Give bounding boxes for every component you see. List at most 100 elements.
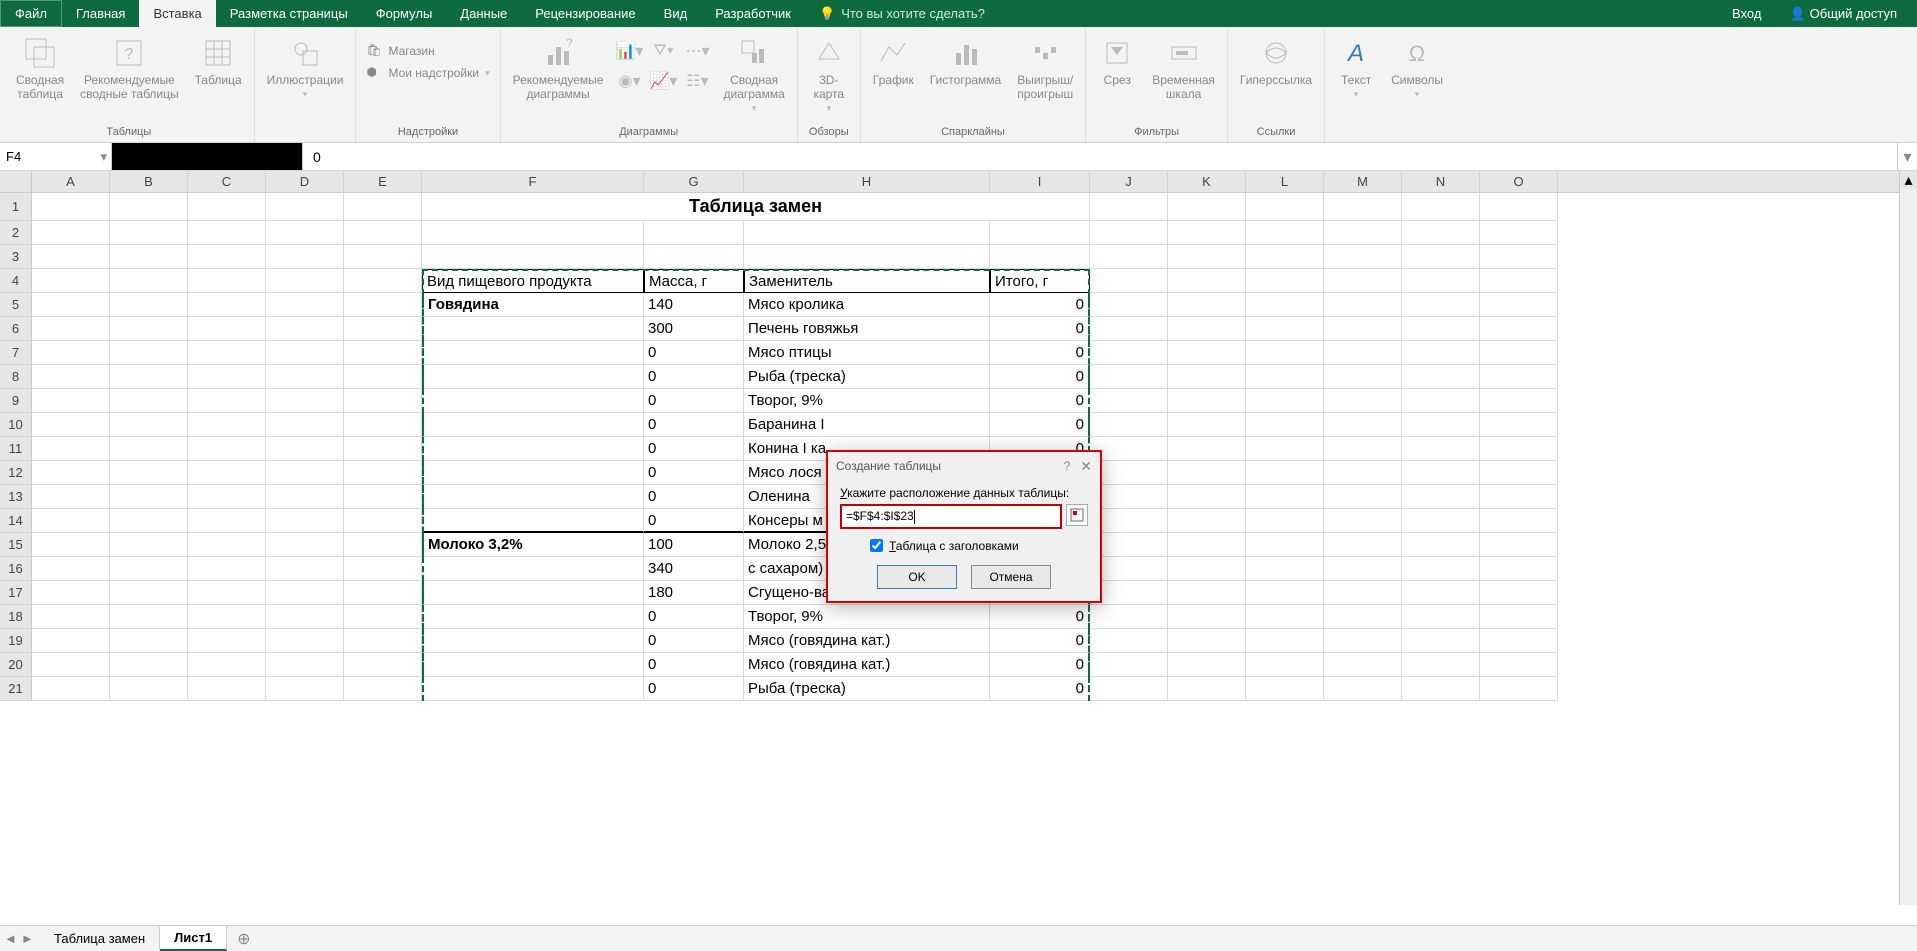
cell[interactable] xyxy=(1324,413,1402,437)
cell[interactable] xyxy=(32,317,110,341)
cell[interactable]: 0 xyxy=(990,293,1090,317)
cell[interactable] xyxy=(1324,221,1402,245)
cell[interactable] xyxy=(110,269,188,293)
cell[interactable]: 0 xyxy=(990,629,1090,653)
illustrations-button[interactable]: Иллюстрации▾ xyxy=(261,33,350,102)
cell[interactable] xyxy=(266,245,344,269)
col-header-C[interactable]: C xyxy=(188,171,266,192)
cell[interactable] xyxy=(110,533,188,557)
cell[interactable] xyxy=(1480,461,1558,485)
cell[interactable] xyxy=(344,485,422,509)
cell[interactable] xyxy=(1246,629,1324,653)
cell[interactable] xyxy=(1402,245,1480,269)
cell[interactable]: 0 xyxy=(644,365,744,389)
cell[interactable] xyxy=(266,653,344,677)
chart-type-3[interactable]: ⋯▾ xyxy=(681,37,713,65)
cell[interactable] xyxy=(344,557,422,581)
cell[interactable] xyxy=(188,605,266,629)
cell[interactable] xyxy=(266,461,344,485)
sparkline-column-button[interactable]: Гистограмма xyxy=(924,33,1007,89)
cell[interactable] xyxy=(1246,509,1324,533)
cell[interactable] xyxy=(266,317,344,341)
cell[interactable] xyxy=(110,461,188,485)
cell[interactable] xyxy=(188,581,266,605)
cell[interactable] xyxy=(1168,485,1246,509)
cell[interactable] xyxy=(188,317,266,341)
cell[interactable] xyxy=(1168,365,1246,389)
cell[interactable] xyxy=(644,245,744,269)
cell[interactable] xyxy=(344,269,422,293)
cell[interactable] xyxy=(344,509,422,533)
cell[interactable] xyxy=(1246,653,1324,677)
cell[interactable]: Итого, г xyxy=(990,269,1090,293)
cell[interactable] xyxy=(266,269,344,293)
cell[interactable] xyxy=(1402,341,1480,365)
cell[interactable] xyxy=(32,629,110,653)
cell[interactable]: Рыба (треска) xyxy=(744,677,990,701)
cell[interactable] xyxy=(1168,245,1246,269)
add-sheet-icon[interactable]: ⊕ xyxy=(227,929,260,949)
cell[interactable] xyxy=(1090,245,1168,269)
cell[interactable] xyxy=(344,389,422,413)
cell[interactable] xyxy=(110,245,188,269)
cell[interactable] xyxy=(1168,557,1246,581)
tab-view[interactable]: Вид xyxy=(650,0,702,27)
row-header-10[interactable]: 10 xyxy=(0,413,31,437)
cell[interactable] xyxy=(1402,653,1480,677)
cell[interactable] xyxy=(32,677,110,701)
cell[interactable] xyxy=(1402,413,1480,437)
row-header-11[interactable]: 11 xyxy=(0,437,31,461)
cell[interactable] xyxy=(1402,269,1480,293)
cell[interactable] xyxy=(188,245,266,269)
cell[interactable] xyxy=(1246,389,1324,413)
tab-pagelayout[interactable]: Разметка страницы xyxy=(216,0,362,27)
cell[interactable]: 0 xyxy=(644,437,744,461)
cell[interactable] xyxy=(1246,269,1324,293)
cell[interactable] xyxy=(422,365,644,389)
cell[interactable] xyxy=(1324,557,1402,581)
cell[interactable] xyxy=(188,677,266,701)
cell[interactable] xyxy=(1480,605,1558,629)
col-header-L[interactable]: L xyxy=(1246,171,1324,192)
cell[interactable]: Заменитель xyxy=(744,269,990,293)
cell[interactable] xyxy=(110,193,188,221)
tab-insert[interactable]: Вставка xyxy=(139,0,215,27)
cell[interactable] xyxy=(1246,413,1324,437)
cell[interactable]: 0 xyxy=(644,413,744,437)
cell[interactable] xyxy=(344,605,422,629)
row-header-2[interactable]: 2 xyxy=(0,221,31,245)
cell[interactable] xyxy=(188,293,266,317)
cell[interactable] xyxy=(110,413,188,437)
cell[interactable] xyxy=(110,605,188,629)
cell[interactable] xyxy=(1168,605,1246,629)
row-header-3[interactable]: 3 xyxy=(0,245,31,269)
cell[interactable] xyxy=(266,509,344,533)
cell[interactable] xyxy=(110,317,188,341)
sheet-next-icon[interactable]: ► xyxy=(21,931,34,946)
cell[interactable] xyxy=(1090,677,1168,701)
row-header-1[interactable]: 1 xyxy=(0,193,31,221)
cell[interactable] xyxy=(344,461,422,485)
cell[interactable] xyxy=(110,389,188,413)
cell[interactable] xyxy=(1324,581,1402,605)
cell[interactable] xyxy=(1090,365,1168,389)
cell[interactable]: 340 xyxy=(644,557,744,581)
recommended-pivot-button[interactable]: ? Рекомендуемые сводные таблицы xyxy=(74,33,184,103)
col-header-G[interactable]: G xyxy=(644,171,744,192)
login-button[interactable]: Вход xyxy=(1722,2,1771,25)
cell[interactable] xyxy=(422,245,644,269)
cell[interactable] xyxy=(422,509,644,533)
cell[interactable]: Вид пищевого продукта xyxy=(422,269,644,293)
cell[interactable] xyxy=(32,557,110,581)
col-header-J[interactable]: J xyxy=(1090,171,1168,192)
cell[interactable] xyxy=(110,653,188,677)
cell[interactable]: 0 xyxy=(990,389,1090,413)
cell[interactable]: 0 xyxy=(990,365,1090,389)
cell[interactable] xyxy=(1246,293,1324,317)
cell[interactable] xyxy=(1246,437,1324,461)
row-header-8[interactable]: 8 xyxy=(0,365,31,389)
cell[interactable]: 0 xyxy=(990,605,1090,629)
cell[interactable] xyxy=(644,221,744,245)
cell[interactable] xyxy=(1324,317,1402,341)
cell[interactable]: 100 xyxy=(644,533,744,557)
